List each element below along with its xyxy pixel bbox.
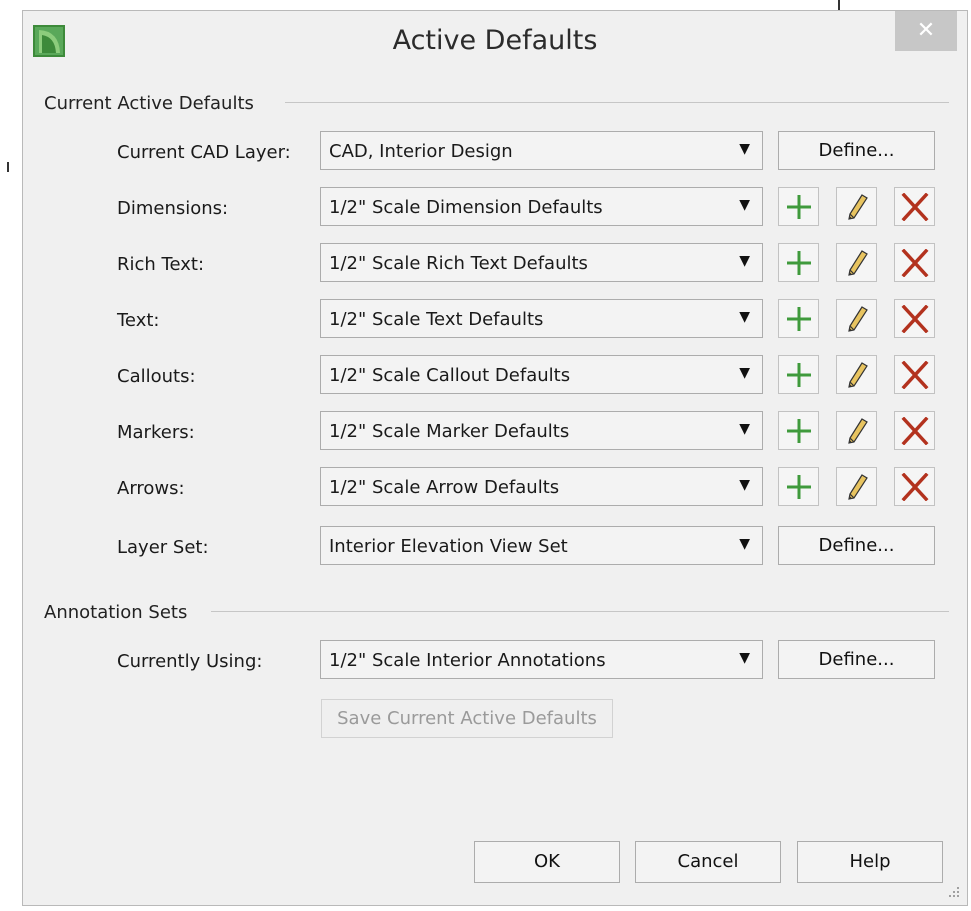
background-mark-left xyxy=(7,162,9,172)
rich-text-edit-button[interactable] xyxy=(836,243,877,282)
annotation-set-define-button[interactable]: Define... xyxy=(778,640,935,679)
callouts-delete-button[interactable] xyxy=(894,355,935,394)
resize-grip-icon[interactable] xyxy=(947,885,961,899)
cad-layer-value: CAD, Interior Design xyxy=(329,141,513,162)
dimensions-value: 1/2" Scale Dimension Defaults xyxy=(329,197,603,218)
pencil-icon xyxy=(848,250,868,276)
annotation-sets-heading: Annotation Sets xyxy=(44,602,188,623)
plus-icon xyxy=(787,195,811,219)
dropdown-arrow-icon: ▼ xyxy=(739,536,750,552)
rich-text-delete-button[interactable] xyxy=(894,243,935,282)
currently-using-label: Currently Using: xyxy=(117,651,263,672)
group-divider xyxy=(211,611,949,612)
arrows-add-button[interactable] xyxy=(778,467,819,506)
callouts-add-button[interactable] xyxy=(778,355,819,394)
annotation-set-select[interactable]: 1/2" Scale Interior Annotations ▼ xyxy=(320,640,763,679)
layer-set-value: Interior Elevation View Set xyxy=(329,536,568,557)
plus-icon xyxy=(787,363,811,387)
markers-add-button[interactable] xyxy=(778,411,819,450)
layer-set-select[interactable]: Interior Elevation View Set ▼ xyxy=(320,526,763,565)
x-icon xyxy=(901,193,929,221)
dimensions-label: Dimensions: xyxy=(117,198,229,219)
plus-icon xyxy=(787,307,811,331)
markers-label: Markers: xyxy=(117,422,195,443)
callouts-select[interactable]: 1/2" Scale Callout Defaults ▼ xyxy=(320,355,763,394)
arrows-value: 1/2" Scale Arrow Defaults xyxy=(329,477,560,498)
window-title: Active Defaults xyxy=(392,25,598,56)
rich-text-add-button[interactable] xyxy=(778,243,819,282)
title-bar: Active Defaults ✕ xyxy=(23,11,967,73)
markers-edit-button[interactable] xyxy=(836,411,877,450)
rich-text-label: Rich Text: xyxy=(117,254,205,275)
pencil-icon xyxy=(848,194,868,220)
cancel-button[interactable]: Cancel xyxy=(635,841,781,883)
callouts-edit-button[interactable] xyxy=(836,355,877,394)
dropdown-arrow-icon: ▼ xyxy=(739,309,750,325)
help-button[interactable]: Help xyxy=(797,841,943,883)
markers-value: 1/2" Scale Marker Defaults xyxy=(329,421,570,442)
x-icon xyxy=(901,473,929,501)
text-value: 1/2" Scale Text Defaults xyxy=(329,309,544,330)
text-delete-button[interactable] xyxy=(894,299,935,338)
cad-layer-define-button[interactable]: Define... xyxy=(778,131,935,170)
rich-text-select[interactable]: 1/2" Scale Rich Text Defaults ▼ xyxy=(320,243,763,282)
current-active-defaults-heading: Current Active Defaults xyxy=(44,93,254,114)
dimensions-select[interactable]: 1/2" Scale Dimension Defaults ▼ xyxy=(320,187,763,226)
pencil-icon xyxy=(848,418,868,444)
text-edit-button[interactable] xyxy=(836,299,877,338)
dropdown-arrow-icon: ▼ xyxy=(739,253,750,269)
x-icon xyxy=(901,361,929,389)
dimensions-delete-button[interactable] xyxy=(894,187,935,226)
ok-button[interactable]: OK xyxy=(474,841,620,883)
arrows-edit-button[interactable] xyxy=(836,467,877,506)
x-icon xyxy=(901,305,929,333)
save-current-active-defaults-button[interactable]: Save Current Active Defaults xyxy=(321,699,613,738)
cad-layer-label: Current CAD Layer: xyxy=(117,142,291,163)
arrows-delete-button[interactable] xyxy=(894,467,935,506)
dimensions-edit-button[interactable] xyxy=(836,187,877,226)
plus-icon xyxy=(787,251,811,275)
dropdown-arrow-icon: ▼ xyxy=(739,477,750,493)
x-icon xyxy=(901,249,929,277)
x-icon xyxy=(901,417,929,445)
arrows-select[interactable]: 1/2" Scale Arrow Defaults ▼ xyxy=(320,467,763,506)
dropdown-arrow-icon: ▼ xyxy=(739,197,750,213)
active-defaults-dialog: Active Defaults ✕ Current Active Default… xyxy=(22,10,968,906)
dimensions-add-button[interactable] xyxy=(778,187,819,226)
background-mark-top xyxy=(838,0,840,10)
callouts-value: 1/2" Scale Callout Defaults xyxy=(329,365,571,386)
annotation-set-value: 1/2" Scale Interior Annotations xyxy=(329,650,606,671)
dropdown-arrow-icon: ▼ xyxy=(739,421,750,437)
cad-layer-select[interactable]: CAD, Interior Design ▼ xyxy=(320,131,763,170)
group-divider xyxy=(285,102,949,103)
text-add-button[interactable] xyxy=(778,299,819,338)
dropdown-arrow-icon: ▼ xyxy=(739,650,750,666)
layer-set-label: Layer Set: xyxy=(117,537,209,558)
markers-delete-button[interactable] xyxy=(894,411,935,450)
dropdown-arrow-icon: ▼ xyxy=(739,141,750,157)
markers-select[interactable]: 1/2" Scale Marker Defaults ▼ xyxy=(320,411,763,450)
pencil-icon xyxy=(848,306,868,332)
text-select[interactable]: 1/2" Scale Text Defaults ▼ xyxy=(320,299,763,338)
pencil-icon xyxy=(848,474,868,500)
dropdown-arrow-icon: ▼ xyxy=(739,365,750,381)
rich-text-value: 1/2" Scale Rich Text Defaults xyxy=(329,253,588,274)
layer-set-define-button[interactable]: Define... xyxy=(778,526,935,565)
plus-icon xyxy=(787,475,811,499)
callouts-label: Callouts: xyxy=(117,366,196,387)
plus-icon xyxy=(787,419,811,443)
arrows-label: Arrows: xyxy=(117,478,185,499)
close-button[interactable]: ✕ xyxy=(895,11,957,51)
text-label: Text: xyxy=(117,310,160,331)
pencil-icon xyxy=(848,362,868,388)
